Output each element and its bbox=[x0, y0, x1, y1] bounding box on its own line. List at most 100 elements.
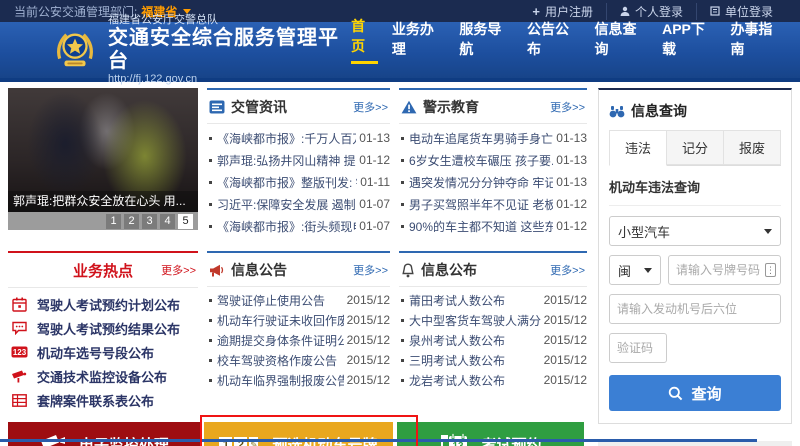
hotspot-link[interactable]: 套牌案件联系表公布 bbox=[37, 391, 154, 410]
more-link[interactable]: 更多>> bbox=[161, 262, 196, 278]
hotspot-link[interactable]: 交通技术监控设备公布 bbox=[37, 367, 167, 386]
news-date: 2015/12 bbox=[346, 293, 390, 307]
news-list-item[interactable]: 6岁女生遭校车碾压 孩子要... 01-13 bbox=[399, 149, 587, 171]
news-list-item[interactable]: 男子买驾照半年不见证 老板... 01-12 bbox=[399, 193, 587, 215]
banner-preselect-plate[interactable]: 12✎ 预选机动车号牌 bbox=[204, 422, 393, 446]
nav-home[interactable]: 首页 bbox=[351, 16, 378, 64]
hotspot-item[interactable]: 驾驶人考试预约结果公布 bbox=[8, 316, 198, 340]
hotspot-item[interactable]: 驾驶人考试预约计划公布 bbox=[8, 292, 198, 316]
news-link[interactable]: 6岁女生遭校车碾压 孩子要... bbox=[409, 152, 553, 169]
news-list-item[interactable]: 龙岩考试人数公布 2015/12 bbox=[399, 370, 587, 390]
banner-exam-appointment[interactable]: 13 考试预约 bbox=[397, 422, 584, 446]
news-list-item[interactable]: 逾期提交身体条件证明公告2015/12 bbox=[207, 330, 390, 350]
pager-dot-active[interactable]: 5 bbox=[178, 213, 193, 229]
hotspot-link[interactable]: 驾驶人考试预约结果公布 bbox=[37, 319, 180, 338]
vehicle-type-value: 小型汽车 bbox=[618, 224, 671, 240]
news-link[interactable]: 机动车临界强制报废公告 bbox=[217, 372, 344, 389]
news-list-item[interactable]: 《海峡都市报》:千万人百万...01-13 bbox=[207, 127, 390, 149]
news-link[interactable]: 习近平:保障安全发展 遏制... bbox=[217, 196, 356, 213]
news-list-item[interactable]: 郭声琨:弘扬井冈山精神 提... 01-12 bbox=[207, 149, 390, 171]
personal-login-link[interactable]: 个人登录 bbox=[605, 2, 696, 20]
pager-dot[interactable]: 1 bbox=[106, 213, 121, 229]
news-list-item[interactable]: 《海峡都市报》整版刊发: 铁...01-11 bbox=[207, 171, 390, 193]
register-link[interactable]: + 用户注册 bbox=[519, 3, 606, 20]
news-link[interactable]: 《海峡都市报》:街头频现电... bbox=[217, 218, 356, 235]
hotspot-item[interactable]: 交通技术监控设备公布 bbox=[8, 364, 198, 388]
news-list-item[interactable]: 莆田考试人数公布 2015/12 bbox=[399, 290, 587, 310]
news-link[interactable]: 郭声琨:弘扬井冈山精神 提... bbox=[217, 152, 356, 169]
form-title: 机动车违法查询 bbox=[609, 180, 701, 195]
tab-scrap[interactable]: 报废 bbox=[724, 130, 781, 165]
news-link[interactable]: 龙岩考试人数公布 bbox=[409, 372, 541, 389]
tab-points[interactable]: 记分 bbox=[667, 130, 724, 165]
news-link[interactable]: 男子买驾照半年不见证 老板... bbox=[409, 196, 553, 213]
news-date: 01-13 bbox=[556, 153, 587, 167]
news-link[interactable]: 电动车追尾货车男骑手身亡 ... bbox=[409, 130, 553, 147]
news-link[interactable]: 逾期提交身体条件证明公告 bbox=[217, 332, 344, 349]
engine-number-input[interactable] bbox=[609, 294, 781, 324]
news-list-item[interactable]: 《海峡都市报》:街头频现电...01-07 bbox=[207, 215, 390, 237]
news-link[interactable]: 莆田考试人数公布 bbox=[409, 292, 541, 309]
news-carousel[interactable]: 郭声琨:把群众安全放在心头 用... 1 2 3 4 5 bbox=[8, 88, 198, 230]
news-date: 2015/12 bbox=[346, 313, 390, 327]
hotspot-link[interactable]: 机动车选号号段公布 bbox=[37, 343, 154, 362]
news-link[interactable]: 《海峡都市报》:千万人百万... bbox=[217, 130, 356, 147]
pager-dot[interactable]: 3 bbox=[142, 213, 157, 229]
news-link[interactable]: 遇突发情况分分钟夺命 牢记... bbox=[409, 174, 553, 191]
carousel-caption[interactable]: 郭声琨:把群众安全放在心头 用... bbox=[8, 191, 198, 212]
nav-business[interactable]: 业务办理 bbox=[392, 19, 446, 64]
chevron-down-icon[interactable] bbox=[183, 8, 192, 14]
news-list-item[interactable]: 校车驾驶资格作废公告 2015/12 bbox=[207, 350, 390, 370]
panel-header: 信息查询 bbox=[609, 99, 781, 130]
news-list-item[interactable]: 遇突发情况分分钟夺命 牢记... 01-13 bbox=[399, 171, 587, 193]
nav-announcements[interactable]: 公告公布 bbox=[527, 19, 581, 64]
news-link[interactable]: 大中型客货车驾驶人满分公布 bbox=[409, 312, 541, 329]
right-sidebar: 信息查询 违法 记分 报废 机动车违法查询 小型汽车 闽 ⋮ bbox=[598, 88, 792, 446]
more-link[interactable]: 更多>> bbox=[550, 99, 585, 115]
more-link[interactable]: 更多>> bbox=[353, 262, 388, 278]
news-link[interactable]: 机动车行驶证未收回作废公告 bbox=[217, 312, 344, 329]
more-link[interactable]: 更多>> bbox=[353, 99, 388, 115]
keyboard-icon[interactable]: ⋮ bbox=[765, 263, 776, 277]
plate-prefix-select[interactable]: 闽 bbox=[609, 255, 661, 285]
nav-service-guide[interactable]: 服务导航 bbox=[459, 19, 513, 64]
hotspot-link[interactable]: 驾驶人考试预约计划公布 bbox=[37, 295, 180, 314]
news-list-item[interactable]: 驾驶证停止使用公告 2015/12 bbox=[207, 290, 390, 310]
news-link[interactable]: 《海峡都市报》整版刊发: 铁... bbox=[217, 174, 357, 191]
news-link[interactable]: 三明考试人数公布 bbox=[409, 352, 541, 369]
site-header: 福建省公安厅交警总队 交通安全综合服务管理平台 http://fj.122.go… bbox=[0, 14, 800, 85]
nav-info-query[interactable]: 信息查询 bbox=[595, 19, 649, 64]
news-link[interactable]: 泉州考试人数公布 bbox=[409, 332, 541, 349]
news-list-item[interactable]: 机动车临界强制报废公告 2015/12 bbox=[207, 370, 390, 390]
topbar-links: + 用户注册 个人登录 单位登录 bbox=[519, 2, 786, 20]
hotspot-item[interactable]: 123 机动车选号号段公布 bbox=[8, 340, 198, 364]
news-link[interactable]: 驾驶证停止使用公告 bbox=[217, 292, 344, 309]
tab-violation[interactable]: 违法 bbox=[609, 130, 667, 166]
news-link[interactable]: 90%的车主都不知道 这些东... bbox=[409, 218, 553, 235]
vehicle-type-select[interactable]: 小型汽车 bbox=[609, 216, 781, 246]
nav-work-guide[interactable]: 办事指南 bbox=[730, 19, 784, 64]
news-list-item[interactable]: 机动车行驶证未收回作废公告2015/12 bbox=[207, 310, 390, 330]
section-header: 业务热点 更多>> bbox=[8, 253, 198, 288]
binoculars-icon bbox=[609, 105, 625, 117]
banner-electronic-monitoring[interactable]: 电子监控处理 bbox=[8, 422, 200, 446]
pager-dot[interactable]: 4 bbox=[160, 213, 175, 229]
news-date: 01-13 bbox=[359, 131, 390, 145]
more-link[interactable]: 更多>> bbox=[550, 262, 585, 278]
news-list-item[interactable]: 泉州考试人数公布 2015/12 bbox=[399, 330, 587, 350]
unit-login-link[interactable]: 单位登录 bbox=[695, 2, 786, 20]
hotspot-item[interactable]: 套牌案件联系表公布 bbox=[8, 388, 198, 412]
news-list-item[interactable]: 大中型客货车驾驶人满分公布2015/12 bbox=[399, 310, 587, 330]
query-button[interactable]: 查询 bbox=[609, 375, 781, 411]
section-traffic-news: 交管资讯 更多>> 《海峡都市报》:千万人百万...01-13 郭声琨:弘扬井冈… bbox=[207, 88, 390, 237]
site-url[interactable]: http://fj.122.gov.cn bbox=[108, 73, 351, 86]
news-list-item[interactable]: 习近平:保障安全发展 遏制... 01-07 bbox=[207, 193, 390, 215]
news-list-item[interactable]: 电动车追尾货车男骑手身亡 ... 01-13 bbox=[399, 127, 587, 149]
captcha-input[interactable] bbox=[609, 333, 667, 363]
pager-dot[interactable]: 2 bbox=[124, 213, 139, 229]
news-list-item[interactable]: 90%的车主都不知道 这些东... 01-12 bbox=[399, 215, 587, 237]
news-list-item[interactable]: 三明考试人数公布 2015/12 bbox=[399, 350, 587, 370]
news-link[interactable]: 校车驾驶资格作废公告 bbox=[217, 352, 344, 369]
bell-icon bbox=[402, 262, 414, 277]
nav-app-download[interactable]: APP下载 bbox=[662, 19, 716, 64]
